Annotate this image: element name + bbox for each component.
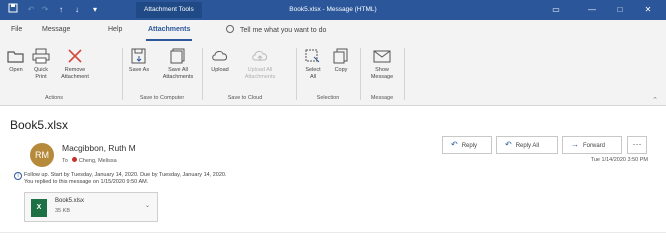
group-save-to-cloud: Save to Cloud: [227, 95, 263, 101]
attachment-name: Book5.xlsx: [55, 198, 85, 204]
upload-label: Upload: [211, 67, 229, 73]
forward-button[interactable]: → Forward: [562, 136, 622, 154]
tell-me-search[interactable]: Tell me what you want to do: [226, 25, 326, 34]
active-tab-indicator: [146, 39, 192, 41]
remove-attachment-button[interactable]: Remove Attachment: [58, 48, 92, 81]
reply-all-arrow-icon: ↶: [505, 140, 512, 149]
cloud-upload-all-icon: [252, 51, 267, 61]
to-label: To: [62, 158, 68, 164]
followup-line: Follow up. Start by Tuesday, January 14,…: [24, 172, 227, 178]
save-all-icon: [170, 48, 185, 64]
open-label: Open: [9, 67, 23, 73]
email-subject: Book5.xlsx: [10, 118, 69, 132]
envelope-icon: [373, 50, 391, 63]
printer-icon: [32, 48, 50, 64]
copy-icon: [333, 48, 348, 64]
select-all-label: Select All: [305, 67, 321, 80]
avatar[interactable]: RM: [30, 143, 54, 167]
copy-button[interactable]: Copy: [330, 48, 352, 74]
select-all-button[interactable]: Select All: [302, 48, 324, 81]
ribbon-tabs: File Message Help Attachments Tell me wh…: [0, 20, 666, 42]
lightbulb-icon: [226, 25, 234, 33]
save-as-button[interactable]: Save As: [128, 48, 150, 74]
previous-item-icon[interactable]: ↑: [54, 3, 68, 17]
remove-x-icon: [68, 49, 82, 63]
close-button[interactable]: ✕: [634, 0, 662, 20]
upload-all-attachments-button[interactable]: Upload All Attachments: [240, 48, 280, 81]
reply-all-button[interactable]: ↶ Reply All: [496, 136, 558, 154]
forward-label: Forward: [583, 143, 606, 149]
more-actions-button[interactable]: ···: [627, 136, 647, 154]
show-message-label: Show Message: [370, 67, 394, 80]
sender-name[interactable]: Macgibbon, Ruth M: [62, 143, 136, 153]
folder-open-icon: [7, 51, 24, 63]
info-icon: i: [14, 172, 22, 180]
reply-label: Reply: [461, 143, 478, 149]
save-all-attachments-label: Save All Attachments: [162, 67, 194, 80]
followup-info: i Follow up. Start by Tuesday, January 1…: [14, 172, 227, 186]
reply-button[interactable]: ↶ Reply: [442, 136, 492, 154]
tab-help[interactable]: Help: [108, 26, 122, 33]
reply-all-label: Reply All: [515, 143, 540, 149]
cloud-upload-icon: [212, 51, 227, 61]
recipient-line: To Cheng, Melissa: [62, 157, 117, 164]
save-all-attachments-button[interactable]: Save All Attachments: [160, 48, 196, 81]
excel-file-icon: X: [31, 199, 47, 217]
quick-print-label: Quick Print: [33, 67, 49, 80]
save-as-icon: [131, 48, 146, 64]
upload-all-attachments-label: Upload All Attachments: [244, 67, 276, 80]
open-button[interactable]: Open: [6, 48, 26, 74]
minimize-button[interactable]: —: [578, 0, 606, 20]
title-bar: ↶ ↷ ↑ ↓ ▾ Attachment Tools Book5.xlsx - …: [0, 0, 666, 20]
next-item-icon[interactable]: ↓: [70, 3, 84, 17]
tab-file[interactable]: File: [11, 26, 22, 33]
group-selection: Selection: [316, 95, 340, 101]
forward-arrow-icon: →: [571, 140, 579, 149]
ribbon-separator: [360, 48, 361, 100]
attachment-card[interactable]: X Book5.xlsx 35 KB ⌄: [24, 192, 158, 222]
maximize-button[interactable]: □: [606, 0, 634, 20]
select-all-icon: [305, 49, 320, 63]
tell-me-text: Tell me what you want to do: [240, 27, 327, 34]
recipient-name[interactable]: Cheng, Melissa: [79, 158, 117, 164]
collapse-ribbon-icon[interactable]: ⌃: [652, 96, 658, 104]
save-as-label: Save As: [128, 67, 150, 73]
quick-print-button[interactable]: Quick Print: [30, 48, 52, 81]
sent-date: Tue 1/14/2020 3:50 PM: [590, 157, 648, 163]
group-save-to-computer: Save to Computer: [139, 95, 185, 101]
remove-attachment-label: Remove Attachment: [61, 67, 89, 80]
group-message: Message: [370, 95, 394, 101]
attachment-size: 35 KB: [55, 208, 70, 214]
ribbon: Open Quick Print Remove Attachment Actio…: [0, 42, 666, 106]
reply-arrow-icon: ↶: [451, 140, 458, 149]
ribbon-separator: [404, 48, 405, 100]
tab-attachments[interactable]: Attachments: [148, 26, 190, 33]
show-message-button[interactable]: Show Message: [366, 48, 398, 81]
customize-toolbar-dropdown-icon[interactable]: ▾: [88, 3, 102, 17]
ribbon-separator: [122, 48, 123, 100]
upload-button[interactable]: Upload: [208, 48, 232, 74]
group-actions: Actions: [44, 95, 64, 101]
ribbon-display-options-icon[interactable]: ▭: [542, 0, 570, 20]
copy-label: Copy: [334, 67, 348, 73]
presence-dot-icon: [71, 157, 77, 162]
redo-icon[interactable]: ↷: [38, 3, 52, 17]
ribbon-separator: [202, 48, 203, 100]
replied-line: You replied to this message on 1/15/2020…: [24, 179, 149, 185]
ribbon-separator: [296, 48, 297, 100]
tab-message[interactable]: Message: [42, 26, 70, 33]
undo-icon[interactable]: ↶: [24, 3, 38, 17]
context-tab-attachment-tools: Attachment Tools: [136, 2, 202, 18]
divider: [0, 232, 666, 233]
save-icon[interactable]: [6, 3, 20, 17]
chevron-down-icon[interactable]: ⌄: [145, 202, 150, 209]
